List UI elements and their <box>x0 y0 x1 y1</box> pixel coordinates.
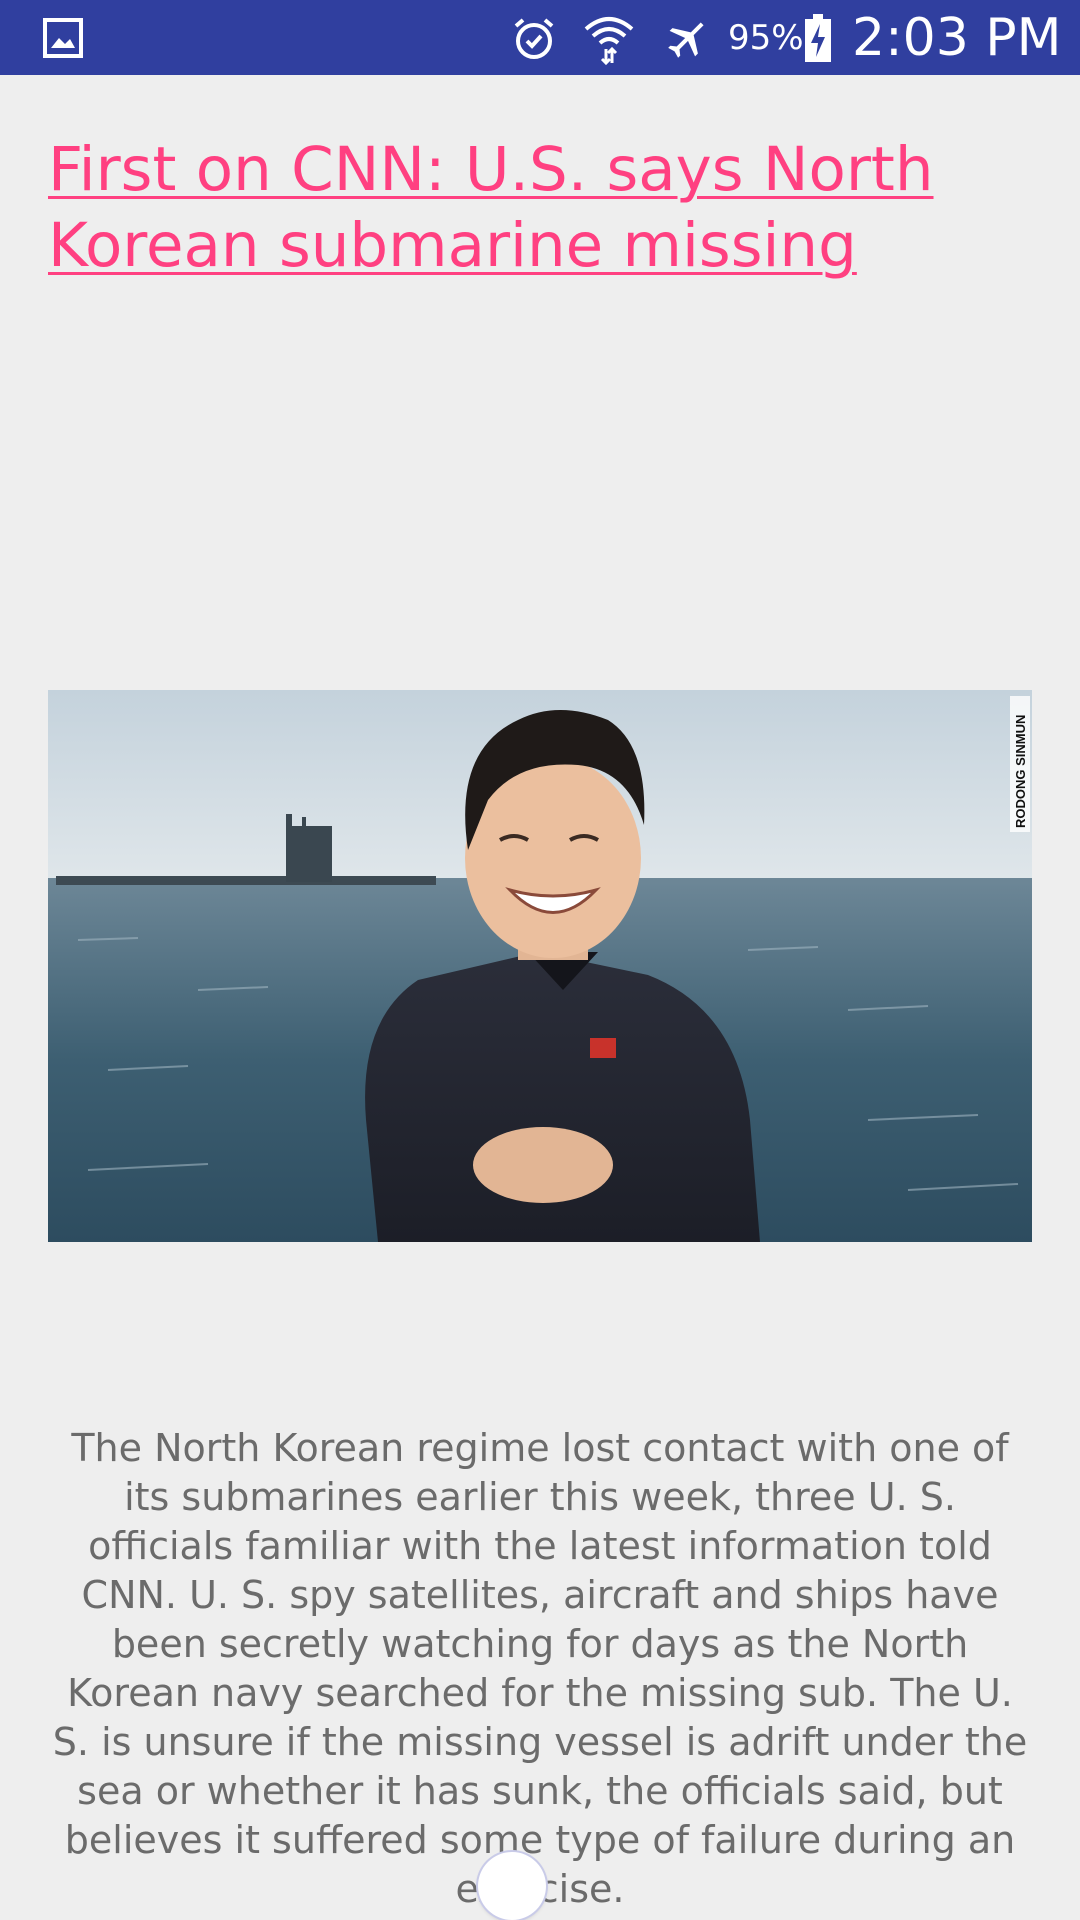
loading-spinner <box>478 1852 546 1920</box>
photo-credit: RODONG SINMUN <box>1013 715 1028 828</box>
article-photo: RODONG SINMUN <box>48 690 1032 1242</box>
battery-charging-icon <box>800 0 836 75</box>
article-headline-link[interactable]: First on CNN: U.S. says North Korean sub… <box>48 132 948 284</box>
gallery-notification-icon <box>38 0 88 75</box>
wifi-icon <box>580 0 638 75</box>
alarm-icon <box>506 0 562 75</box>
battery-percent: 95% <box>728 17 804 58</box>
status-time: 2:03 PM <box>852 7 1062 68</box>
status-bar: 95% 2:03 PM <box>0 0 1080 75</box>
article-view[interactable]: First on CNN: U.S. says North Korean sub… <box>0 75 1080 1920</box>
airplane-mode-icon <box>660 0 716 75</box>
article-body: The North Korean regime lost contact wit… <box>52 1426 1028 1911</box>
